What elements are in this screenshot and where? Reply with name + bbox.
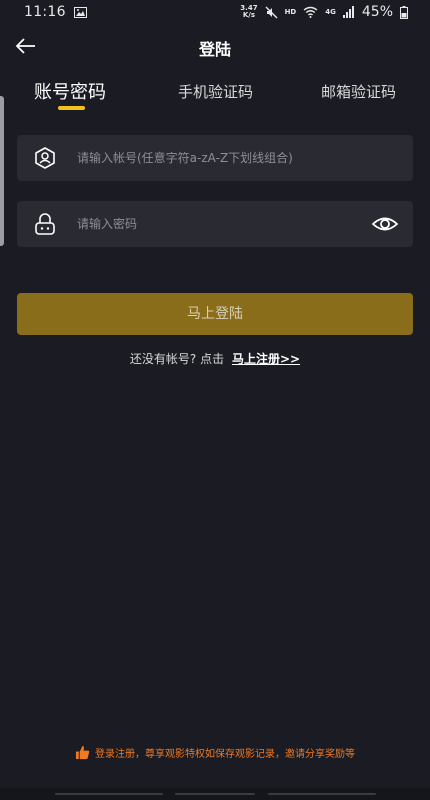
register-prompt: 还没有帐号? 点击	[129, 352, 225, 366]
system-nav-segment[interactable]	[268, 793, 376, 795]
tab-email-code[interactable]: 邮箱验证码	[321, 81, 396, 102]
status-bar: 11:16 3.47 K/s HD 4G 45%	[0, 0, 430, 24]
net-speed-unit: K/s	[242, 11, 256, 19]
user-shield-icon	[35, 147, 55, 169]
battery-icon	[400, 5, 408, 19]
mute-icon	[265, 6, 278, 18]
login-method-tabs: 账号密码 手机验证码 邮箱验证码	[0, 78, 430, 118]
nav-bar: 登陆	[0, 26, 430, 66]
register-row: 还没有帐号? 点击 马上注册>>	[0, 350, 430, 367]
status-left: 11:16	[24, 4, 87, 20]
status-right: 3.47 K/s HD 4G 45%	[240, 4, 408, 20]
system-nav-segment[interactable]	[55, 793, 163, 795]
account-field	[17, 135, 413, 181]
net-speed: 3.47 K/s	[240, 5, 257, 19]
password-input[interactable]	[77, 201, 371, 247]
system-nav-bar	[0, 788, 430, 800]
eye-icon[interactable]	[371, 210, 399, 238]
lock-icon	[35, 213, 55, 235]
system-nav-segment[interactable]	[175, 793, 255, 795]
status-time: 11:16	[24, 4, 66, 20]
net-type-label: 4G	[325, 8, 336, 16]
tab-phone-code[interactable]: 手机验证码	[178, 81, 253, 102]
image-notification-icon	[73, 6, 87, 18]
active-tab-indicator	[58, 106, 85, 110]
promo-banner: 登录注册，尊享观影特权如保存观影记录，邀请分享奖励等	[0, 745, 430, 760]
signal-icon	[342, 6, 354, 18]
promo-text: 登录注册，尊享观影特权如保存观影记录，邀请分享奖励等	[95, 749, 355, 760]
password-field	[17, 201, 413, 247]
account-input[interactable]	[77, 135, 413, 181]
login-button[interactable]: 马上登陆	[17, 293, 413, 335]
register-link[interactable]: 马上注册>>	[232, 352, 300, 366]
edge-scroll-handle[interactable]	[0, 96, 4, 246]
battery-percent: 45%	[361, 4, 393, 20]
tab-account-password[interactable]: 账号密码	[34, 78, 106, 104]
wifi-icon	[303, 6, 318, 18]
thumbs-up-icon	[75, 745, 90, 760]
hd-label: HD	[284, 8, 297, 16]
page-title: 登陆	[198, 40, 231, 59]
login-screen: 11:16 3.47 K/s HD 4G 45% 登陆 账号密码 手机验证码 邮…	[0, 0, 430, 800]
